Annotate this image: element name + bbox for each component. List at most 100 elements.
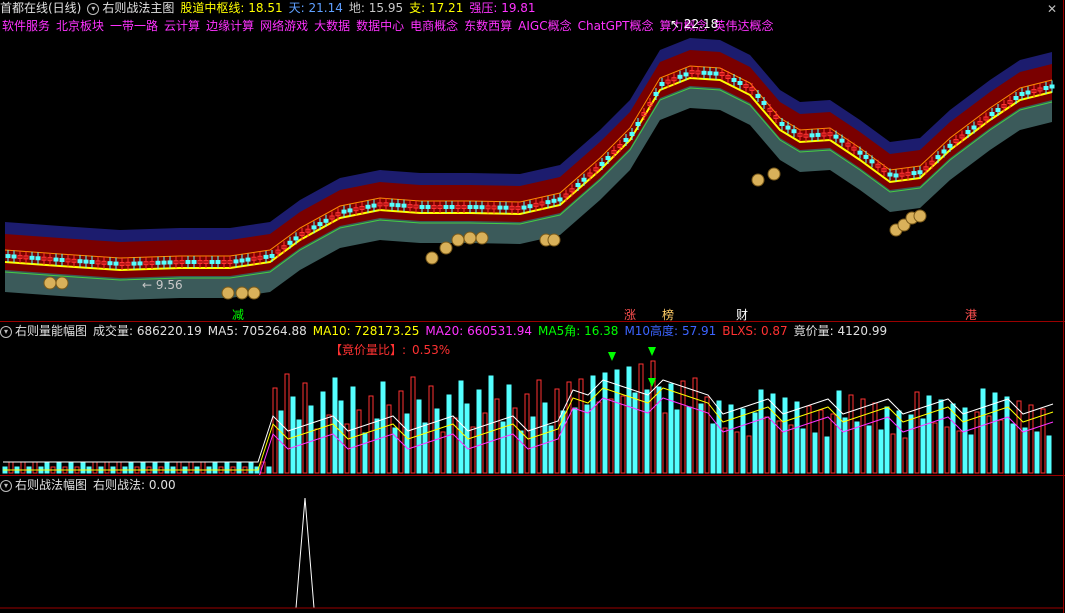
volume-bar bbox=[800, 428, 806, 474]
candle-body bbox=[791, 129, 797, 134]
volume-bar bbox=[650, 360, 656, 474]
volume-bar bbox=[116, 461, 122, 474]
candle-body bbox=[239, 258, 245, 263]
volume-bar bbox=[188, 461, 194, 474]
volume-bar bbox=[1022, 427, 1028, 474]
volume-bar bbox=[422, 422, 428, 474]
candle-body bbox=[191, 260, 197, 264]
candle-body bbox=[311, 225, 317, 230]
volume-bar bbox=[320, 391, 326, 474]
volume-bar bbox=[314, 428, 320, 474]
volume-bar bbox=[164, 461, 170, 474]
tactic-spike bbox=[295, 497, 315, 609]
candle-body bbox=[131, 261, 137, 266]
blxs-readout: BLXS: 0.87 bbox=[722, 324, 788, 338]
volume-bar bbox=[500, 421, 506, 474]
candle-body bbox=[473, 205, 479, 210]
volume-bar bbox=[584, 404, 590, 474]
candle-body bbox=[11, 254, 17, 259]
candle-body bbox=[653, 92, 659, 96]
tag-cai: 财 bbox=[736, 308, 749, 322]
dropdown-icon[interactable]: ▾ bbox=[0, 325, 12, 338]
candle-body bbox=[755, 94, 761, 98]
main-indicator-menu[interactable]: ▾ 右则战法主图 bbox=[87, 0, 174, 16]
candle-body bbox=[557, 197, 563, 202]
candle-body bbox=[83, 259, 89, 264]
candle-body bbox=[935, 155, 941, 160]
dropdown-icon[interactable]: ▾ bbox=[87, 2, 100, 15]
volume-bar bbox=[620, 395, 626, 474]
candle-body bbox=[1043, 86, 1049, 90]
volume-bar bbox=[692, 377, 698, 474]
volume-bar bbox=[548, 425, 554, 474]
volume-bar bbox=[668, 383, 674, 474]
candle-body bbox=[137, 261, 143, 266]
candle-body bbox=[215, 260, 221, 264]
volume-bar bbox=[944, 426, 950, 474]
volume-bar bbox=[608, 398, 614, 474]
candle-body bbox=[341, 209, 347, 214]
volume-bar bbox=[248, 461, 254, 474]
candle-body bbox=[395, 203, 401, 208]
volume-bar bbox=[848, 394, 854, 474]
candle-body bbox=[107, 261, 113, 266]
volume-bar bbox=[416, 399, 422, 474]
volume-chart[interactable] bbox=[0, 340, 1065, 475]
volume-bar bbox=[92, 461, 98, 474]
volume-bar bbox=[1028, 404, 1034, 474]
candle-body bbox=[527, 204, 533, 209]
volume-bar bbox=[20, 461, 26, 474]
volume-bar bbox=[212, 461, 218, 474]
money-bag-icon bbox=[425, 251, 439, 265]
money-bag-icon bbox=[463, 231, 477, 245]
ma20-readout: MA20: 660531.94 bbox=[425, 324, 532, 338]
volume-bar bbox=[836, 390, 842, 474]
candle-body bbox=[575, 183, 581, 187]
volume-bar bbox=[914, 391, 920, 474]
tactic-indicator-menu[interactable]: ▾ 右则战法幅图 bbox=[0, 477, 87, 493]
volume-bar bbox=[572, 407, 578, 474]
candle-body bbox=[1013, 96, 1019, 100]
candle-body bbox=[995, 108, 1001, 112]
candle-body bbox=[551, 198, 557, 203]
main-header: 首都在线(日线) ▾ 右则战法主图 股道中枢线: 18.51 天: 21.14 地… bbox=[0, 0, 536, 16]
candle-body bbox=[263, 254, 269, 259]
volume-bar bbox=[368, 395, 374, 474]
volume-bar bbox=[710, 423, 716, 474]
volume-bar bbox=[962, 407, 968, 474]
volume-bar bbox=[374, 418, 380, 474]
volume-bar bbox=[266, 466, 272, 474]
volume-bar bbox=[746, 435, 752, 474]
volume-bar bbox=[506, 384, 512, 474]
money-bag-icon bbox=[235, 286, 249, 300]
volume-bar bbox=[854, 421, 860, 474]
candle-body bbox=[467, 205, 473, 209]
main-price-chart[interactable] bbox=[0, 16, 1065, 321]
candle-body bbox=[53, 257, 59, 262]
volume-bar bbox=[974, 411, 980, 474]
vol-readout: 成交量: 686220.19 bbox=[93, 324, 202, 338]
close-icon[interactable]: ✕ bbox=[1047, 2, 1057, 16]
volume-bar bbox=[140, 461, 146, 474]
money-bag-icon bbox=[913, 209, 927, 223]
candle-body bbox=[965, 130, 971, 134]
zhi-readout: 支: 17.21 bbox=[409, 1, 464, 15]
candle-body bbox=[893, 173, 899, 178]
candle-body bbox=[371, 203, 377, 208]
candle-body bbox=[581, 177, 587, 182]
volume-bar bbox=[80, 461, 86, 474]
volume-bar bbox=[878, 429, 884, 474]
candle-body bbox=[623, 138, 629, 142]
tactic-chart[interactable] bbox=[0, 494, 1065, 612]
volume-bar bbox=[872, 402, 878, 474]
volume-indicator-menu[interactable]: ▾ 右则量能幅图 bbox=[0, 323, 87, 339]
candle-body bbox=[989, 112, 995, 116]
tactic-header: ▾ 右则战法幅图 右则战法: 0.00 bbox=[0, 477, 176, 493]
dropdown-icon[interactable]: ▾ bbox=[0, 479, 12, 492]
volume-bar bbox=[1034, 431, 1040, 474]
volume-bar bbox=[824, 436, 830, 474]
volume-bar bbox=[542, 402, 548, 474]
candle-body bbox=[629, 132, 635, 136]
money-bag-icon bbox=[767, 167, 781, 181]
volume-bar bbox=[44, 461, 50, 474]
